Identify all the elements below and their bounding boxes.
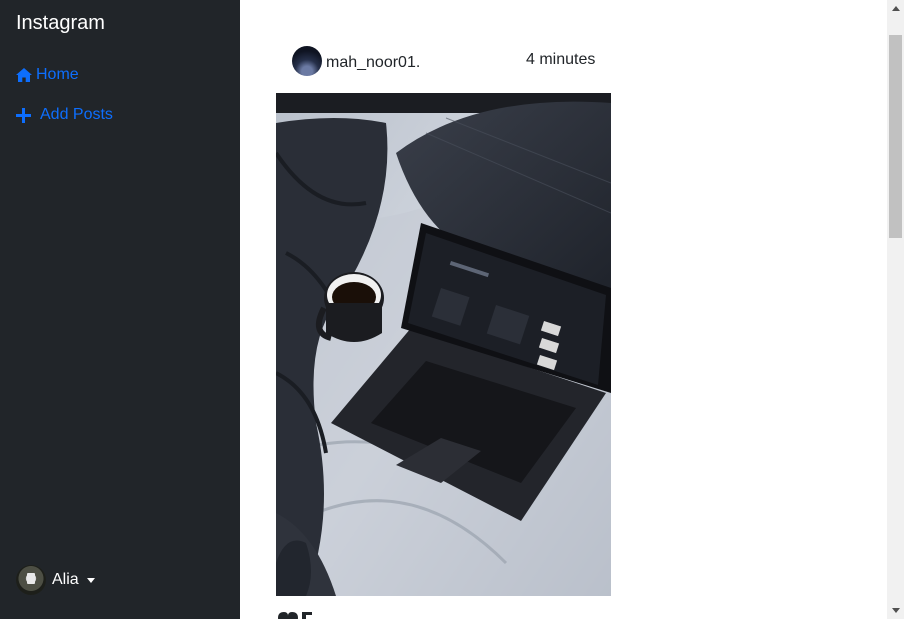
laptop-coffee-photo (276, 93, 611, 596)
scrollbar[interactable] (887, 0, 904, 619)
post-image[interactable] (276, 93, 611, 596)
scroll-thumb[interactable] (889, 35, 902, 238)
caret-down-icon (86, 578, 95, 583)
user-name: Alia (52, 571, 79, 588)
post-author-avatar[interactable] (292, 46, 322, 76)
post-author-username[interactable]: mah_noor01. (326, 54, 420, 72)
avatar (16, 565, 46, 595)
sidebar-item-add-posts[interactable]: Add Posts (16, 106, 113, 124)
sidebar: Instagram Home Add Posts Alia (0, 0, 240, 619)
sidebar-item-home[interactable]: Home (16, 66, 79, 84)
scroll-down-button[interactable] (887, 602, 904, 619)
sidebar-item-label: Home (36, 66, 79, 83)
scroll-up-button[interactable] (887, 0, 904, 17)
post-timestamp: 4 minutes (526, 51, 596, 68)
feed: mah_noor01. 4 minutes (240, 0, 887, 619)
home-icon (16, 68, 32, 82)
sidebar-item-label: Add Posts (40, 106, 113, 123)
brand-title[interactable]: Instagram (16, 12, 105, 35)
arrow-up-icon (891, 6, 900, 11)
plus-icon (16, 107, 31, 123)
arrow-down-icon (891, 608, 900, 613)
like-icon[interactable] (276, 612, 316, 619)
user-menu-toggle[interactable]: Alia (16, 565, 95, 595)
